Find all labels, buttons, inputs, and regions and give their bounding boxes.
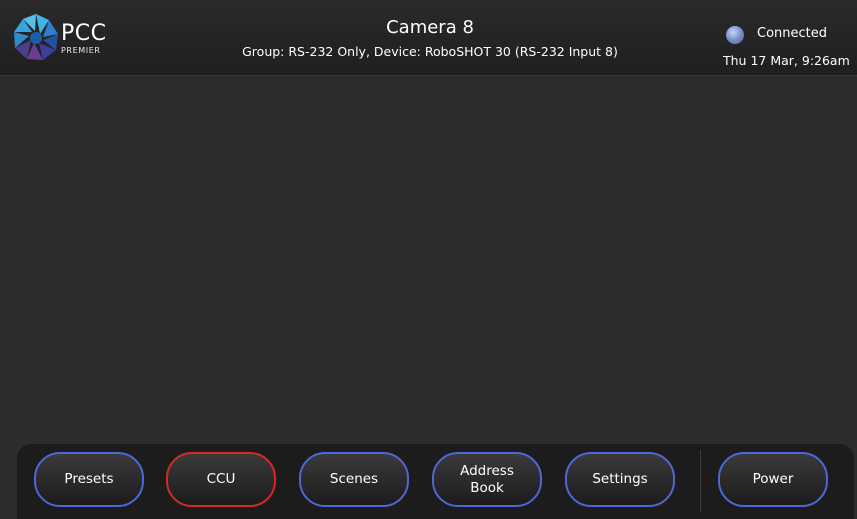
scenes-button[interactable]: Scenes bbox=[299, 452, 409, 507]
date-time: Thu 17 Mar, 9:26am bbox=[723, 53, 850, 68]
header-bar: PCC PREMIER Camera 8 Group: RS-232 Only,… bbox=[0, 0, 857, 76]
device-subtitle: Group: RS-232 Only, Device: RoboSHOT 30 … bbox=[242, 44, 618, 59]
presets-button[interactable]: Presets bbox=[34, 452, 144, 507]
address-book-button[interactable]: Address Book bbox=[432, 452, 542, 507]
ccu-button[interactable]: CCU bbox=[166, 452, 276, 507]
bottom-nav-bar: Presets CCU Scenes Address Book Settings… bbox=[17, 444, 854, 519]
nav-divider bbox=[700, 450, 701, 512]
pcc-logo-icon bbox=[14, 14, 58, 60]
status-text: Connected bbox=[757, 26, 828, 41]
page-title: Camera 8 bbox=[386, 17, 474, 38]
brand-name: PCC bbox=[61, 21, 107, 46]
power-button[interactable]: Power bbox=[718, 452, 828, 507]
brand-subtitle: PREMIER bbox=[61, 46, 101, 55]
settings-button[interactable]: Settings bbox=[565, 452, 675, 507]
main-content-area bbox=[0, 76, 857, 444]
status-indicator-icon bbox=[726, 26, 744, 44]
title-block: Camera 8 Group: RS-232 Only, Device: Rob… bbox=[190, 16, 670, 61]
brand: PCC PREMIER bbox=[61, 21, 107, 56]
